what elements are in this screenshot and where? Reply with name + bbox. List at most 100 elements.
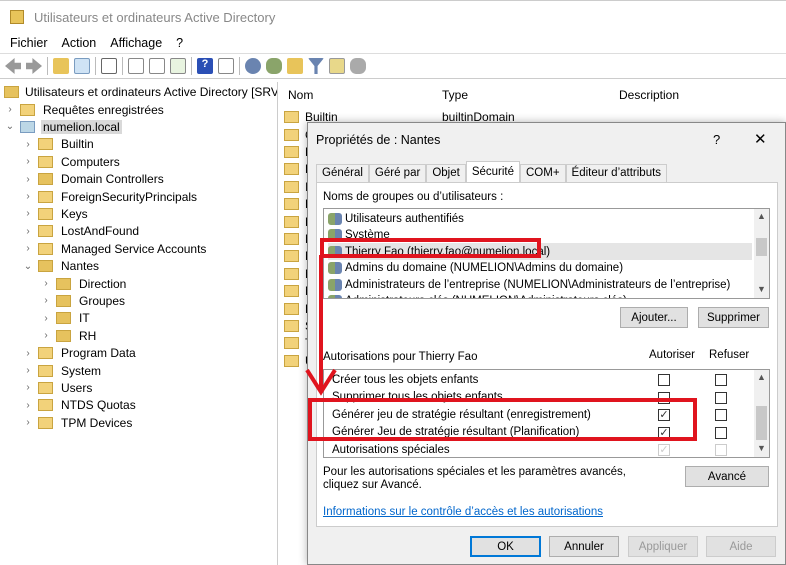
- menu-action[interactable]: Action: [62, 36, 97, 50]
- properties-icon[interactable]: [128, 58, 144, 74]
- tab-com[interactable]: COM+: [520, 164, 566, 182]
- tree-item[interactable]: › NTDS Quotas: [22, 397, 138, 414]
- back-icon[interactable]: [5, 58, 21, 74]
- tree-item[interactable]: › Builtin: [22, 136, 96, 153]
- help-button[interactable]: ?: [713, 132, 720, 147]
- menu-affichage[interactable]: Affichage: [110, 36, 162, 50]
- chevron-down-icon[interactable]: ⌄: [22, 261, 34, 272]
- console-tree-icon[interactable]: [74, 58, 90, 74]
- column-description[interactable]: Description: [619, 88, 679, 102]
- allow-checkbox[interactable]: ✓: [658, 444, 670, 456]
- tab-objet[interactable]: Objet: [426, 164, 466, 182]
- deny-checkbox[interactable]: [715, 426, 727, 439]
- group-item[interactable]: Admins du domaine (NUMELION\Admins du do…: [328, 260, 623, 277]
- chevron-down-icon[interactable]: ⌄: [4, 121, 16, 132]
- tree-item[interactable]: › ForeignSecurityPrincipals: [22, 188, 199, 205]
- chevron-right-icon[interactable]: ›: [40, 295, 52, 306]
- list-item[interactable]: I: [284, 178, 308, 195]
- tab-editeur-attributs[interactable]: Éditeur d’attributs: [565, 164, 668, 182]
- chevron-right-icon[interactable]: ›: [22, 348, 34, 359]
- chevron-right-icon[interactable]: ›: [22, 382, 34, 393]
- advanced-button[interactable]: Avancé: [685, 466, 769, 487]
- tree-item[interactable]: › TPM Devices: [22, 414, 134, 431]
- tree-item[interactable]: › Computers: [22, 153, 122, 170]
- deny-checkbox[interactable]: [715, 391, 727, 404]
- column-nom[interactable]: Nom: [288, 88, 313, 102]
- deny-checkbox[interactable]: [715, 409, 727, 421]
- scroll-up-icon[interactable]: ▲: [757, 211, 766, 221]
- chevron-right-icon[interactable]: ›: [40, 313, 52, 324]
- tree-root[interactable]: Utilisateurs et ordinateurs Active Direc…: [4, 83, 277, 100]
- permissions-scrollbar[interactable]: ▲ ▼: [754, 370, 769, 457]
- chevron-right-icon[interactable]: ›: [22, 139, 34, 150]
- chevron-right-icon[interactable]: ›: [40, 278, 52, 289]
- chevron-right-icon[interactable]: ›: [22, 243, 34, 254]
- scroll-up-icon[interactable]: ▲: [757, 372, 766, 382]
- chevron-right-icon[interactable]: ›: [40, 330, 52, 341]
- ok-button[interactable]: OK: [470, 536, 541, 557]
- tree-item[interactable]: › Requêtes enregistrées: [4, 101, 166, 118]
- chevron-right-icon[interactable]: ›: [22, 417, 34, 428]
- clipboard-icon[interactable]: [101, 58, 117, 74]
- tree-item[interactable]: ⌄ Nantes: [22, 258, 101, 275]
- tree-item[interactable]: › Users: [22, 379, 94, 396]
- group-item[interactable]: Administrateurs de l’entreprise (NUMELIO…: [328, 276, 730, 293]
- chevron-right-icon[interactable]: ›: [22, 400, 34, 411]
- new-ou-icon[interactable]: [287, 58, 303, 74]
- chevron-right-icon[interactable]: ›: [22, 174, 34, 185]
- separator: [191, 57, 192, 75]
- scroll-thumb[interactable]: [756, 238, 767, 256]
- tab-gere-par[interactable]: Géré par: [368, 164, 427, 182]
- groups-scrollbar[interactable]: ▲ ▼: [754, 209, 769, 298]
- chevron-right-icon[interactable]: ›: [22, 208, 34, 219]
- access-control-help-link[interactable]: Informations sur le contrôle d’accès et …: [323, 506, 603, 518]
- remove-button[interactable]: Supprimer: [698, 307, 769, 328]
- chevron-right-icon[interactable]: ›: [22, 365, 34, 376]
- scroll-down-icon[interactable]: ▼: [757, 443, 766, 453]
- new-user-icon[interactable]: [245, 58, 261, 74]
- show-panel-icon[interactable]: [218, 58, 234, 74]
- tree-item[interactable]: › RH: [40, 327, 98, 344]
- chevron-right-icon[interactable]: ›: [22, 156, 34, 167]
- tree-item[interactable]: › Groupes: [40, 292, 127, 309]
- chevron-right-icon[interactable]: ›: [4, 104, 16, 115]
- tab-general[interactable]: Général: [316, 164, 369, 182]
- help-icon[interactable]: ?: [197, 58, 213, 74]
- forward-icon[interactable]: [26, 58, 42, 74]
- tab-securite[interactable]: Sécurité: [465, 161, 520, 182]
- apply-button[interactable]: Appliquer: [628, 536, 698, 557]
- add-button[interactable]: Ajouter...: [620, 307, 688, 328]
- new-group-icon[interactable]: [266, 58, 282, 74]
- tree-item[interactable]: › Domain Controllers: [22, 171, 166, 188]
- find-icon[interactable]: [329, 58, 345, 74]
- tree-item[interactable]: › Managed Service Accounts: [22, 240, 208, 257]
- column-type[interactable]: Type: [442, 88, 468, 102]
- add-to-group-icon[interactable]: [350, 58, 366, 74]
- chevron-right-icon[interactable]: ›: [22, 191, 34, 202]
- export-icon[interactable]: [170, 58, 186, 74]
- chevron-right-icon[interactable]: ›: [22, 226, 34, 237]
- deny-checkbox[interactable]: [715, 374, 727, 386]
- tree-item[interactable]: ⌄ numelion.local: [4, 118, 122, 135]
- tree-item[interactable]: › Program Data: [22, 345, 138, 362]
- close-button[interactable]: ✕: [754, 130, 767, 148]
- scroll-thumb[interactable]: [756, 406, 767, 440]
- tree-item[interactable]: › LostAndFound: [22, 223, 141, 240]
- tree-item[interactable]: › Direction: [40, 275, 128, 292]
- tree-item[interactable]: › System: [22, 362, 103, 379]
- group-item[interactable]: Utilisateurs authentifiés: [328, 210, 464, 227]
- cancel-button[interactable]: Annuler: [549, 536, 619, 557]
- up-folder-icon[interactable]: [53, 58, 69, 74]
- menu-help[interactable]: ?: [176, 36, 183, 50]
- folder-icon: [284, 163, 299, 176]
- menu-fichier[interactable]: Fichier: [10, 36, 48, 50]
- group-item[interactable]: Administrateurs clés (NUMELION\Administr…: [328, 293, 627, 298]
- refresh-icon[interactable]: [149, 58, 165, 74]
- scroll-down-icon[interactable]: ▼: [757, 284, 766, 294]
- allow-checkbox[interactable]: [658, 374, 670, 386]
- tree-item[interactable]: › IT: [40, 310, 92, 327]
- tree-item[interactable]: › Keys: [22, 205, 90, 222]
- dialog-help-button[interactable]: Aide: [706, 536, 776, 557]
- deny-checkbox[interactable]: [715, 444, 727, 456]
- filter-icon[interactable]: [308, 58, 324, 74]
